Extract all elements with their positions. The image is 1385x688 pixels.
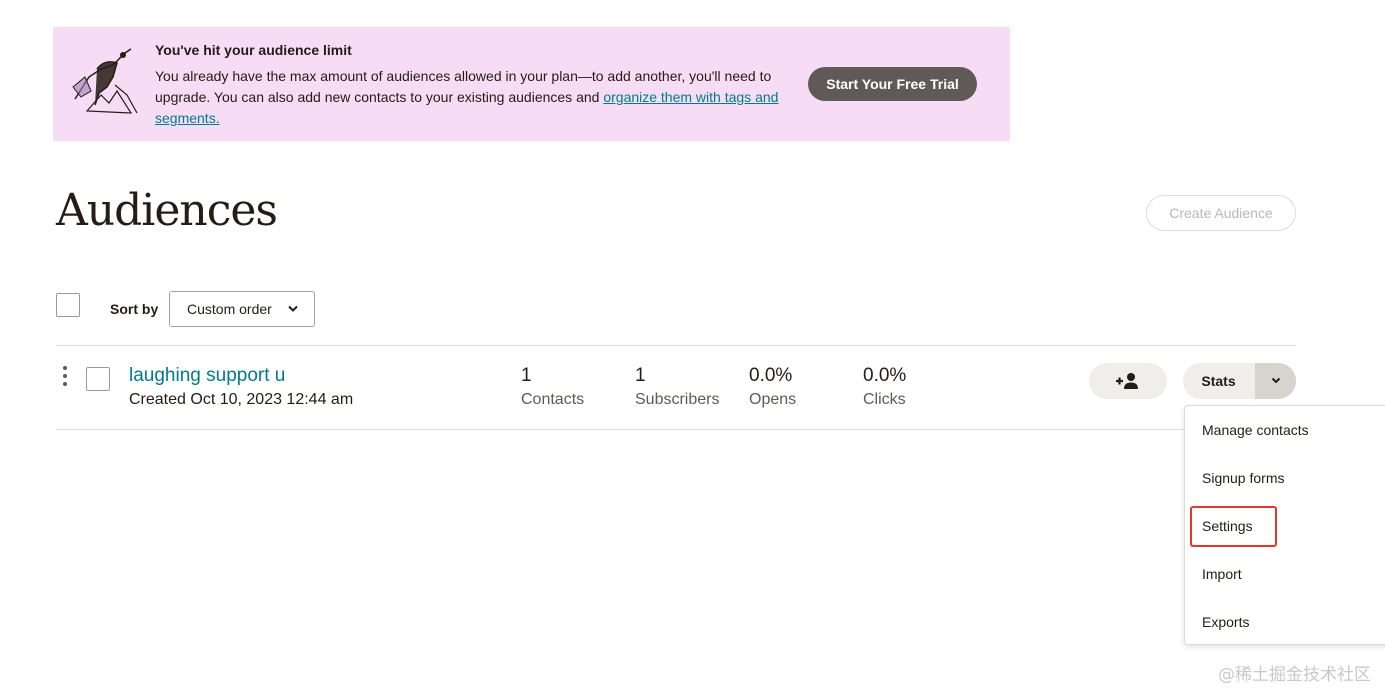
select-all-checkbox[interactable] [56,293,80,317]
chevron-down-icon [288,305,298,312]
menu-item-manage-contacts[interactable]: Manage contacts [1202,422,1309,438]
stat-value: 1 [521,365,532,386]
page-title: Audiences [56,185,278,236]
banner-message: You already have the max amount of audie… [155,66,795,129]
banner-title: You've hit your audience limit [155,42,352,58]
stat-value: 0.0% [863,365,907,386]
stats-split-button: Stats [1183,363,1296,399]
menu-item-exports[interactable]: Exports [1202,614,1249,630]
stat-label: Opens [749,391,797,408]
list-bottom-divider [56,429,1296,430]
sort-order-value: Custom order [187,301,272,317]
settings-highlight-box [1190,506,1277,547]
watermark: @稀土掘金技术社区 [1218,665,1371,685]
sort-order-select[interactable]: Custom order [169,291,315,327]
stats-button[interactable]: Stats [1183,363,1254,399]
audience-row-checkbox[interactable] [86,367,110,391]
stat-opens: 0.0% Opens [749,365,796,413]
stat-subscribers: 1 Subscribers [635,365,719,413]
stat-label: Clicks [863,391,906,408]
add-contact-button[interactable] [1089,363,1167,399]
audience-created-date: Created Oct 10, 2023 12:44 am [129,391,354,408]
drag-handle-icon[interactable] [62,365,68,387]
stat-clicks: 0.0% Clicks [863,365,906,413]
stat-value: 0.0% [749,365,793,386]
create-audience-button[interactable]: Create Audience [1146,195,1296,231]
audience-limit-banner: You've hit your audience limit You alrea… [53,27,1010,141]
audience-name-link[interactable]: laughing support u [129,365,285,387]
stat-contacts: 1 Contacts [521,365,584,413]
list-top-divider [56,345,1296,346]
stats-menu-toggle[interactable] [1255,363,1296,399]
start-free-trial-button[interactable]: Start Your Free Trial [808,67,977,101]
stat-label: Subscribers [635,391,720,408]
add-user-icon [1116,373,1138,389]
chevron-down-icon [1271,377,1280,384]
menu-item-signup-forms[interactable]: Signup forms [1202,470,1284,486]
stat-label: Contacts [521,391,585,408]
climber-illustration-icon [72,48,138,114]
menu-item-import[interactable]: Import [1202,566,1242,582]
stat-value: 1 [635,365,646,386]
sort-by-label: Sort by [110,301,159,317]
